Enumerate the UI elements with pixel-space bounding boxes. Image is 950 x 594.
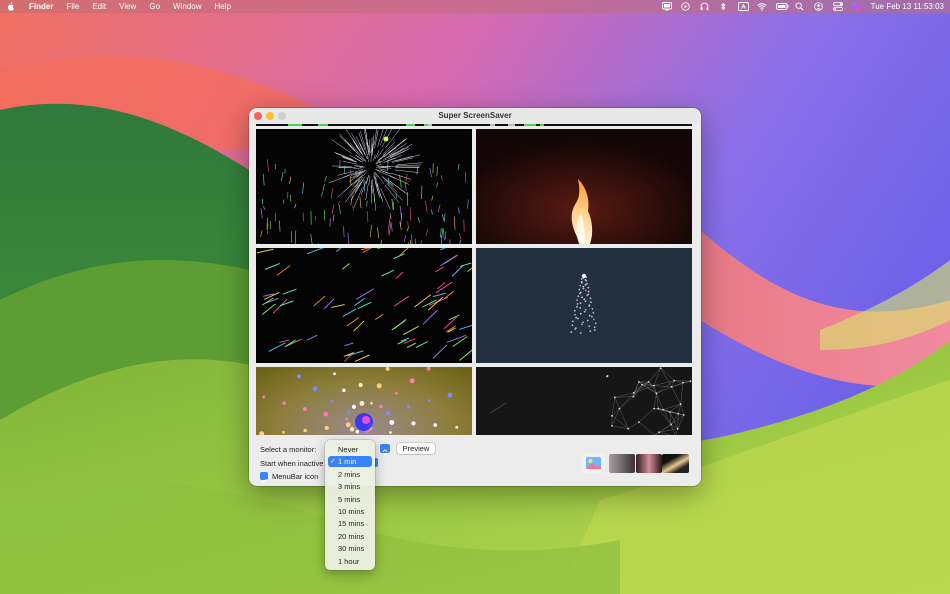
dropdown-option[interactable]: 20 mins <box>328 531 372 542</box>
menu-file[interactable]: File <box>66 2 79 11</box>
menubar-icon-label: MenuBar icon <box>272 472 319 481</box>
dropdown-option-label: 5 mins <box>338 494 361 504</box>
inactive-timeout-dropdown: Never ✓ 1 min 2 mins 3 mins 5 mins 10 mins 15 m… <box>325 440 375 570</box>
apple-icon[interactable] <box>6 2 16 11</box>
dropdown-option-label: Never <box>338 445 359 454</box>
window-titlebar[interactable]: Super ScreenSaver <box>249 108 701 124</box>
play-circle-icon[interactable] <box>680 2 691 11</box>
menubar-icon-checkbox[interactable] <box>260 472 268 484</box>
dropdown-option-label: 1 min <box>338 457 357 467</box>
dropdown-option[interactable]: 10 mins <box>328 506 372 517</box>
bluetooth-icon[interactable] <box>719 2 729 11</box>
screensaver-thumb-particle-tree[interactable] <box>476 248 692 363</box>
menu-view[interactable]: View <box>119 2 136 11</box>
menu-bar: Finder File Edit View Go Window Help Tue… <box>0 0 950 13</box>
dropdown-option-label: 15 mins <box>338 519 365 529</box>
keyboard-input-icon[interactable] <box>737 2 749 11</box>
dropdown-option[interactable]: Never <box>328 444 372 455</box>
dropdown-option[interactable]: 15 mins <box>328 518 372 529</box>
image-library-icon[interactable] <box>582 454 605 473</box>
spotlight-search-icon[interactable] <box>795 2 805 11</box>
super-screensaver-window: Super ScreenSaver Select a monitor: Prev… <box>249 108 701 486</box>
dropdown-option[interactable]: ✓ 1 min <box>328 456 372 468</box>
menu-clock[interactable]: Tue Feb 13 11:53:03 <box>871 2 944 11</box>
window-title: Super ScreenSaver <box>438 111 512 120</box>
menu-go[interactable]: Go <box>149 2 160 11</box>
control-center-icon[interactable] <box>832 2 843 11</box>
dropdown-option[interactable]: 2 mins <box>328 469 372 480</box>
checkmark-icon: ✓ <box>330 458 336 466</box>
loading-progress-strip <box>256 124 692 126</box>
headphones-icon[interactable] <box>700 2 710 11</box>
battery-icon[interactable] <box>775 2 789 11</box>
dropdown-option[interactable]: 5 mins <box>328 494 372 505</box>
menu-window[interactable]: Window <box>173 2 201 11</box>
screensaver-thumb-fireworks[interactable] <box>256 129 472 244</box>
dropdown-option-label: 30 mins <box>338 544 365 554</box>
dropdown-option[interactable]: 1 hour <box>328 556 372 567</box>
siri-icon[interactable] <box>852 2 862 11</box>
minimize-button[interactable] <box>266 112 274 120</box>
inactive-label: Start when inactive <box>260 459 324 468</box>
dropdown-option-label: 2 mins <box>338 469 361 479</box>
dropdown-option[interactable]: 30 mins <box>328 543 372 554</box>
dropdown-option[interactable]: 3 mins <box>328 481 372 492</box>
user-account-icon[interactable] <box>813 2 824 11</box>
menu-edit[interactable]: Edit <box>92 2 106 11</box>
stock-photo-light-streak[interactable] <box>662 454 689 473</box>
dropdown-option-label: 10 mins <box>338 507 365 516</box>
close-button[interactable] <box>254 112 262 120</box>
dropdown-option-label: 1 hour <box>338 556 360 566</box>
monitor-label: Select a monitor: <box>260 445 317 454</box>
menu-app-finder[interactable]: Finder <box>29 2 53 11</box>
stock-photo-glow[interactable] <box>636 454 662 473</box>
zoom-button[interactable] <box>278 112 286 120</box>
menu-help[interactable]: Help <box>214 2 230 11</box>
screensaver-thumb-light-spiral[interactable] <box>256 367 472 435</box>
screensaver-thumb-constellation-network[interactable] <box>476 367 692 435</box>
screensaver-status-icon[interactable] <box>661 2 672 11</box>
screensaver-grid <box>256 129 692 435</box>
wifi-icon[interactable] <box>756 2 767 11</box>
dropdown-option-label: 20 mins <box>338 531 365 541</box>
preview-button[interactable]: Preview <box>397 443 435 454</box>
stock-photo-portrait[interactable] <box>609 454 635 473</box>
screensaver-thumb-candle-flame[interactable] <box>476 129 692 244</box>
screensaver-thumb-meteor-shower[interactable] <box>256 248 472 363</box>
monitor-select[interactable] <box>380 444 390 456</box>
dropdown-option-label: 3 mins <box>338 482 361 492</box>
